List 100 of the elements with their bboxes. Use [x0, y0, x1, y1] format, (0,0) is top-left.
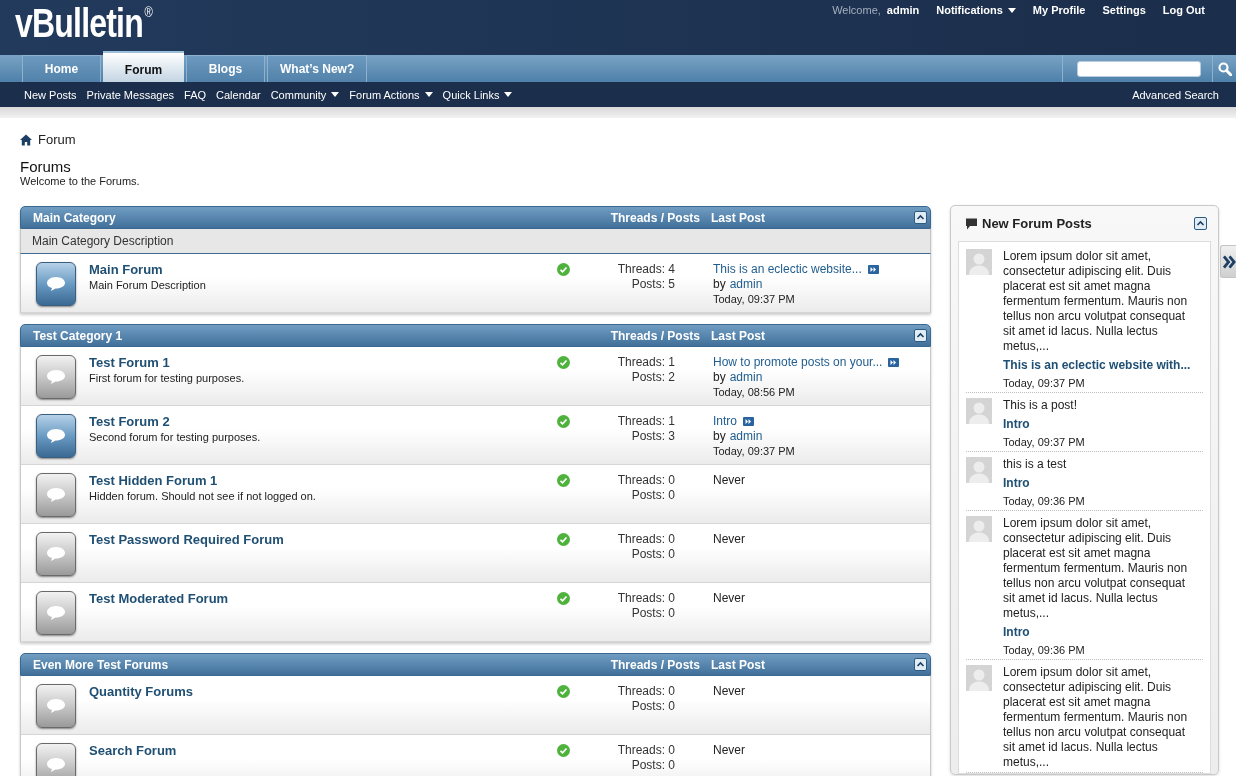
forum-description: Main Forum Description	[89, 278, 207, 292]
post-excerpt: Lorem ipsum dolor sit amet, consectetur adipiscing elit. Duis placerat est sit amet magna fermentum fermentum. Mauris non tellus non arcu volutpat consequat sit amet id lacus. Nulla lectus metus,...	[1003, 516, 1189, 621]
post-count: Posts: 0	[630, 758, 675, 773]
last-post-text: Never	[713, 532, 746, 547]
by-label: by	[713, 370, 726, 385]
forum-title-link[interactable]: Search Forum	[89, 743, 544, 758]
double-chevron-icon[interactable]	[1220, 245, 1236, 278]
double-arrow-icon[interactable]	[888, 358, 900, 367]
post-count: Posts: 0	[630, 606, 675, 621]
forum-description: Hidden forum. Should not see if not logged on.	[89, 489, 317, 503]
forum-description: Second forum for testing purposes.	[89, 430, 262, 444]
post-count: Posts: 5	[630, 277, 675, 292]
thread-count: Threads: 1	[616, 355, 675, 370]
forum-description: First forum for testing purposes.	[89, 371, 246, 385]
category-description: Main Category Description	[32, 233, 174, 250]
thread-count: Threads: 0	[616, 473, 675, 488]
last-post-text: Never	[713, 743, 746, 758]
collapse-icon[interactable]	[914, 211, 927, 224]
breadcrumb-text: Forum	[38, 133, 76, 147]
check-circle-icon	[557, 592, 570, 605]
home-icon[interactable]	[20, 134, 32, 146]
sub-nav-link[interactable]: Quick Links	[442, 87, 513, 102]
forum-title-link[interactable]: Test Hidden Forum 1	[89, 473, 544, 488]
user-silhouette-icon	[966, 398, 992, 424]
by-label: by	[713, 429, 726, 444]
author-link[interactable]: admin	[729, 370, 763, 385]
thread-count: Threads: 1	[616, 414, 675, 429]
last-post-time: Today, 08:56 PM	[713, 385, 796, 399]
thread-count: Threads: 0	[616, 684, 675, 699]
header-link[interactable]: Settings	[1102, 3, 1146, 17]
collapse-icon[interactable]	[914, 329, 927, 342]
user-silhouette-icon	[966, 665, 992, 691]
check-circle-icon	[557, 474, 570, 487]
nav-tab[interactable]: Blogs	[186, 55, 265, 82]
sub-nav-link[interactable]: Calendar	[216, 87, 261, 102]
author-link[interactable]: admin	[729, 429, 763, 444]
forum-title-link[interactable]: Test Password Required Forum	[89, 532, 544, 547]
post-count: Posts: 2	[630, 370, 675, 385]
post-excerpt: This is a post!	[1003, 398, 1079, 413]
thread-count: Threads: 4	[616, 262, 675, 277]
check-circle-icon	[557, 533, 570, 546]
forum-title-link[interactable]: Test Forum 1	[89, 355, 544, 370]
column-header: Threads / Posts	[610, 327, 700, 345]
welcome-text: Welcome,	[832, 3, 881, 17]
column-header: Last Post	[711, 209, 766, 227]
last-post-text: Never	[713, 591, 746, 606]
sub-nav-link[interactable]: New Posts	[24, 87, 77, 102]
header-link[interactable]: My Profile	[1032, 3, 1086, 17]
forum-title-link[interactable]: Quantity Forums	[89, 684, 544, 699]
header-link[interactable]: Notifications	[936, 3, 1016, 17]
thread-title-link[interactable]: This is an eclectic website with...	[1003, 357, 1195, 373]
last-post-time: Today, 09:37 PM	[713, 292, 796, 306]
post-time: Today, 09:36 PM	[1003, 643, 1086, 657]
advanced-search-link[interactable]: Advanced Search	[1132, 87, 1219, 102]
forum-title-link[interactable]: Main Forum	[89, 262, 544, 277]
last-post-link[interactable]: Intro	[713, 414, 737, 429]
nav-tab[interactable]: What’s New?	[267, 55, 368, 82]
nav-tab[interactable]: Forum	[103, 51, 184, 82]
thread-title-link[interactable]: Intro	[1003, 624, 1195, 640]
post-excerpt: Lorem ipsum dolor sit amet, consectetur adipiscing elit. Duis placerat est sit amet magna fermentum fermentum. Mauris non tellus non arcu volutpat consequat sit amet id lacus. Nulla lectus metus,...	[1003, 665, 1189, 770]
nav-tab[interactable]: Home	[22, 55, 101, 82]
site-logo[interactable]: vBulletin$^{®}$	[15, 1, 152, 45]
check-circle-icon	[557, 744, 570, 757]
category-title-link[interactable]: Test Category 1	[21, 326, 611, 345]
search-field[interactable]	[1077, 60, 1201, 77]
collapse-icon[interactable]	[914, 658, 927, 671]
speech-bubble-icon	[965, 217, 978, 230]
thread-title-link[interactable]: Intro	[1003, 416, 1195, 432]
category-title-link[interactable]: Even More Test Forums	[21, 655, 611, 674]
forum-title-link[interactable]: Test Forum 2	[89, 414, 544, 429]
column-header: Threads / Posts	[610, 656, 700, 674]
post-count: Posts: 3	[630, 429, 675, 444]
double-arrow-icon[interactable]	[743, 417, 754, 426]
last-post-text: Never	[713, 473, 746, 488]
thread-count: Threads: 0	[616, 743, 675, 758]
collapse-icon[interactable]	[1194, 217, 1207, 230]
thread-title-link[interactable]: Intro	[1003, 475, 1195, 491]
search-icon	[1217, 61, 1232, 76]
last-post-link[interactable]: This is an eclectic website...	[713, 262, 862, 277]
sub-nav-link[interactable]: FAQ	[184, 87, 207, 102]
last-post-link[interactable]: How to promote posts on your...	[713, 355, 883, 370]
check-circle-icon	[557, 263, 570, 276]
sub-nav-link[interactable]: Forum Actions	[349, 87, 433, 102]
user-silhouette-icon	[966, 249, 992, 275]
forum-title-link[interactable]: Test Moderated Forum	[89, 591, 544, 606]
sub-nav-link[interactable]: Private Messages	[86, 87, 174, 102]
column-header: Last Post	[711, 656, 766, 674]
post-time: Today, 09:37 PM	[1003, 376, 1086, 390]
check-circle-icon	[557, 685, 570, 698]
post-count: Posts: 0	[630, 547, 675, 562]
thread-count: Threads: 0	[616, 532, 675, 547]
author-link[interactable]: admin	[729, 277, 763, 292]
double-arrow-icon[interactable]	[867, 265, 879, 274]
username-link[interactable]: admin	[886, 3, 920, 17]
header-link[interactable]: Log Out	[1162, 3, 1205, 17]
check-circle-icon	[557, 356, 570, 369]
post-count: Posts: 0	[630, 488, 675, 503]
sub-nav-link[interactable]: Community	[270, 87, 340, 102]
by-label: by	[713, 277, 726, 292]
category-title-link[interactable]: Main Category	[21, 208, 611, 227]
